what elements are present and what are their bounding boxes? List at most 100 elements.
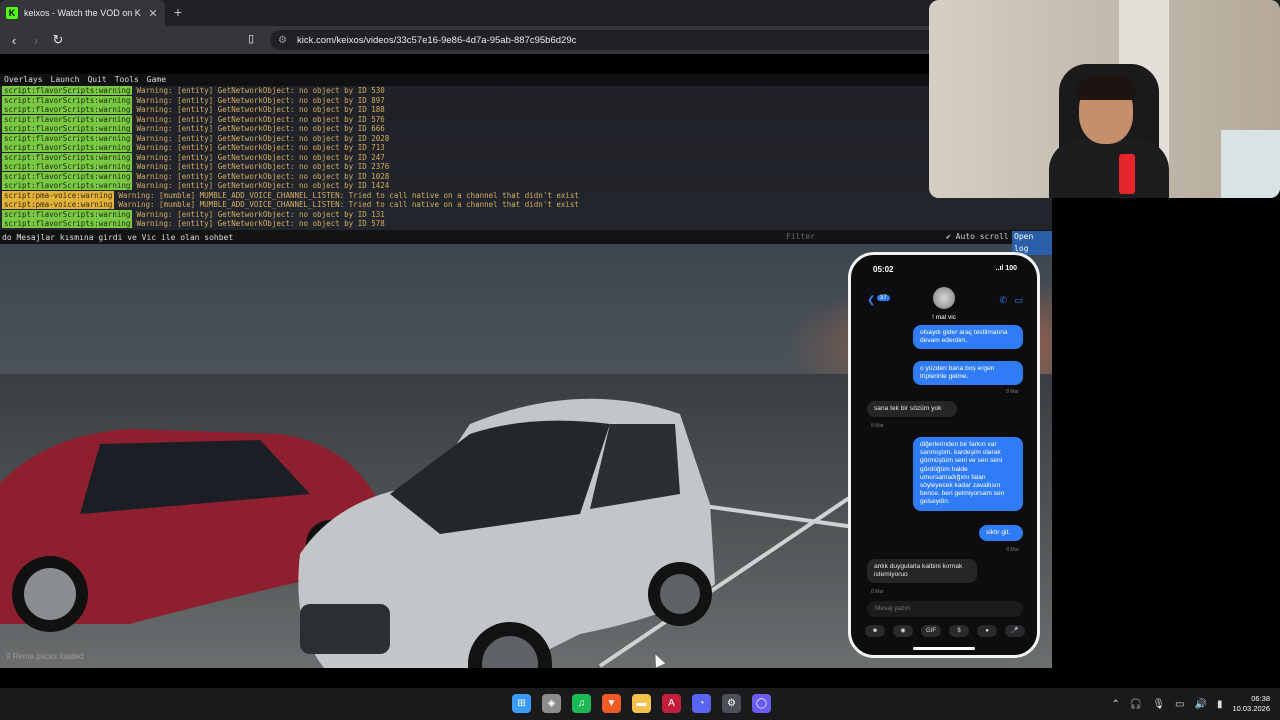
console-log-line: script:flavorScripts:warning Warning: [en…	[2, 95, 1052, 106]
console-command-input[interactable]: do Mesajlar kısmına girdi ve Vic ile ola…	[0, 230, 1052, 255]
log-message: Warning: [entity] GetNetworkObject: no o…	[136, 95, 385, 105]
menu-game[interactable]: Game	[147, 74, 166, 86]
menu-quit[interactable]: Quit	[87, 74, 106, 86]
log-message: Warning: [entity] GetNetworkObject: no o…	[136, 152, 385, 162]
microphone-icon[interactable]: 🎤	[1005, 625, 1025, 637]
console-log-line: script:flavorScripts:warning Warning: [en…	[2, 86, 1052, 96]
discord-icon[interactable]: ◔	[692, 694, 711, 713]
log-message: Warning: [entity] GetNetworkObject: no o…	[136, 133, 390, 143]
log-message: Warning: [entity] GetNetworkObject: no o…	[136, 86, 385, 96]
log-message: Warning: [mumble] MUMBLE_ADD_VOICE_CHANN…	[118, 200, 579, 210]
auto-scroll-toggle[interactable]: ✔ Auto scroll	[946, 230, 1009, 244]
contact-avatar[interactable]	[933, 287, 955, 309]
microphone-icon[interactable]: 🎙	[1152, 699, 1165, 710]
received-message-bubble: sana tek bir sözüm yok	[867, 401, 957, 418]
tab-kick-vod[interactable]: K keixos - Watch the VOD on K ✕	[0, 0, 165, 26]
log-tag: script:flavorScripts:warning	[2, 95, 133, 105]
back-icon[interactable]: ‹	[4, 33, 24, 48]
new-tab-icon[interactable]: +	[170, 4, 186, 20]
log-tag: script:flavorScripts:warning	[2, 219, 133, 229]
log-tag: script:flavorScripts:warning	[2, 133, 133, 143]
emoji-icon[interactable]: ☻	[865, 625, 885, 637]
message-timestamp: 8 Mar	[871, 423, 884, 429]
sent-message-bubble: siktir git.	[979, 525, 1023, 542]
log-tag: script:flavorScripts:warning	[2, 124, 133, 134]
log-message: Warning: [entity] GetNetworkObject: no o…	[136, 209, 385, 219]
console-log-line: script:flavorScripts:warning Warning: [en…	[2, 105, 1052, 115]
log-message: Warning: [entity] GetNetworkObject: no o…	[136, 162, 390, 172]
console-log-line: script:flavorScripts:warning Warning: [en…	[2, 152, 1052, 163]
chat-header: ❮ 37 ! mal vic ✆ ▭	[851, 283, 1037, 327]
app-circle-icon[interactable]: ◯	[752, 694, 771, 713]
message-timestamp: 8 Mar	[1006, 389, 1019, 395]
app-a-icon[interactable]: A	[662, 694, 681, 713]
console-log-line: script:flavorScripts:warning Warning: [en…	[2, 124, 1052, 134]
fivem-console: Overlays Launch Quit Tools Game script:f…	[0, 74, 1052, 255]
home-indicator[interactable]	[913, 647, 975, 650]
system-tray: ⌃ 🎧 🎙 ▭ 🔊 ▮ 06:38 10.03.2026	[1111, 692, 1270, 716]
log-message: Warning: [entity] GetNetworkObject: no o…	[136, 143, 385, 153]
console-filter-input[interactable]: Filter	[786, 230, 815, 244]
message-timestamp: 8 Mar	[871, 589, 884, 595]
windows-start-icon[interactable]: ⊞	[512, 694, 531, 713]
network-icon[interactable]: ▭	[1175, 699, 1184, 710]
spotify-icon[interactable]: ♫	[572, 694, 591, 713]
reload-icon[interactable]: ↻	[48, 32, 68, 48]
brave-icon[interactable]: ▼	[602, 694, 621, 713]
address-bar[interactable]: ⚙ kick.com/keixos/videos/33c57e16-9e86-4…	[270, 30, 940, 50]
console-log-line: script:flavorScripts:warning Warning: [en…	[2, 209, 1052, 220]
money-icon[interactable]: $	[949, 625, 969, 637]
gif-button[interactable]: GIF	[921, 625, 941, 637]
menu-launch[interactable]: Launch	[51, 74, 80, 86]
phone-signal-battery: ..ıl 100	[995, 265, 1017, 272]
bookmark-icon[interactable]: ▯	[248, 32, 260, 48]
log-tag: script:flavorScripts:warning	[2, 152, 133, 162]
chevron-left-icon[interactable]: ❮	[867, 295, 875, 306]
clock-time: 06:38	[1251, 694, 1270, 703]
log-tag: script:flavorScripts:warning	[2, 143, 133, 153]
location-icon[interactable]: ●	[977, 625, 997, 637]
console-log-line: script:flavorScripts:warning Warning: [en…	[2, 162, 1052, 172]
log-message: Warning: [mumble] MUMBLE_ADD_VOICE_CHANN…	[118, 190, 579, 200]
headset-icon[interactable]: 🎧	[1130, 699, 1142, 710]
site-info-icon[interactable]: ⚙	[278, 35, 287, 46]
log-message: Warning: [entity] GetNetworkObject: no o…	[136, 181, 390, 191]
log-message: Warning: [entity] GetNetworkObject: no o…	[136, 105, 385, 115]
taskbar-clock[interactable]: 06:38 10.03.2026	[1232, 694, 1270, 714]
phone-call-icon[interactable]: ✆	[999, 295, 1007, 306]
sent-message-bubble: olsaydı gider araç testlimatına devam ed…	[913, 325, 1023, 350]
log-tag: script:flavorScripts:warning	[2, 86, 133, 96]
contact-name: ! mal vic	[932, 314, 956, 321]
log-message: Warning: [entity] GetNetworkObject: no o…	[136, 171, 390, 181]
message-input[interactable]: Mesaj yazın	[867, 601, 1023, 617]
log-tag: script:pma-voice:warning	[2, 200, 115, 210]
log-tag: script:flavorScripts:warning	[2, 162, 133, 172]
volume-icon[interactable]: 🔊	[1194, 699, 1206, 710]
steam-icon[interactable]: ⚙	[722, 694, 741, 713]
unread-count-badge: 37	[877, 295, 890, 301]
tab-close-icon[interactable]: ✕	[147, 7, 159, 20]
photo-icon[interactable]: ◉	[893, 625, 913, 637]
chat-message-list: olsaydı gider araç testlimatına devam ed…	[851, 325, 1037, 595]
menu-overlays[interactable]: Overlays	[4, 74, 43, 86]
log-tag: script:flavorScripts:warning	[2, 114, 133, 124]
screen: K keixos - Watch the VOD on K ✕ + ‹ › ↻ …	[0, 0, 1280, 720]
shield-icon[interactable]: ◈	[542, 694, 561, 713]
battery-icon[interactable]: ▮	[1217, 699, 1223, 710]
log-message: Warning: [entity] GetNetworkObject: no o…	[136, 114, 385, 124]
message-timestamp: 8 Mar	[1006, 547, 1019, 553]
console-log-line: script:flavorScripts:warning Warning: [en…	[2, 219, 1052, 229]
console-log-list: script:flavorScripts:warning Warning: [en…	[0, 86, 1052, 229]
chat-action-bar: ☻ ◉ GIF $ ● 🎤	[865, 625, 1025, 639]
chevron-up-icon[interactable]: ⌃	[1111, 699, 1119, 710]
file-explorer-icon[interactable]: ▬	[632, 694, 651, 713]
white-hatchback	[298, 398, 715, 668]
streamer-webcam	[929, 0, 1280, 198]
console-log-line: script:pma-voice:warning Warning: [mumble…	[2, 190, 1052, 201]
windows-taskbar: ⊞ ◈ ♫ ▼ ▬ A ◔ ⚙ ◯ ⌃ 🎧 🎙 ▭ 🔊 ▮ 06:38 10.03.2026	[0, 688, 1280, 720]
video-call-icon[interactable]: ▭	[1014, 295, 1023, 306]
sent-message-bubble: o yüzden bana boş ergen triplerinle gelm…	[913, 361, 1023, 386]
forward-icon[interactable]: ›	[26, 33, 46, 48]
console-log-line: script:flavorScripts:warning Warning: [en…	[2, 133, 1052, 144]
menu-tools[interactable]: Tools	[115, 74, 139, 86]
